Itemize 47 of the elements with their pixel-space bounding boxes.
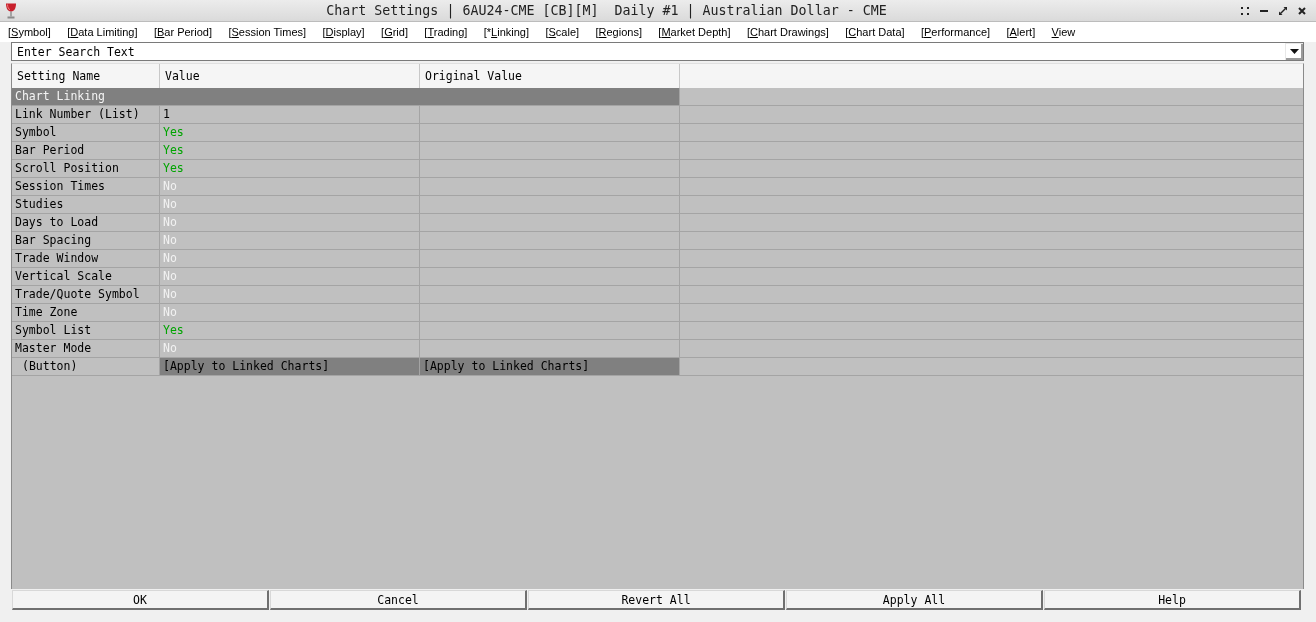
setting-name: Trade Window: [12, 250, 160, 267]
menu-item[interactable]: [Session Times]: [228, 26, 307, 38]
dialog-button[interactable]: Revert All: [528, 590, 785, 610]
menu-item[interactable]: [Market Depth]: [658, 26, 731, 38]
setting-name: Bar Spacing: [12, 232, 160, 249]
setting-name: Scroll Position: [12, 160, 160, 177]
setting-name: Bar Period: [12, 142, 160, 159]
menu-item[interactable]: [*Linking]: [483, 26, 530, 38]
menu-item[interactable]: [Performance]: [920, 26, 991, 38]
value-cell[interactable]: 1: [160, 106, 420, 123]
dialog-button[interactable]: OK: [12, 590, 269, 610]
menu-item[interactable]: [Trading]: [424, 26, 468, 38]
expand-arrows-icon: [1279, 6, 1287, 15]
menu-item[interactable]: [Bar Period]: [153, 26, 213, 38]
table-button[interactable]: [Apply to Linked Charts]: [160, 358, 420, 375]
glass-icon: [5, 2, 17, 19]
setting-name: Master Mode: [12, 340, 160, 357]
dialog-button[interactable]: Cancel: [270, 590, 527, 610]
setting-name: Vertical Scale: [12, 268, 160, 285]
close-button[interactable]: [1298, 6, 1306, 15]
setting-name: Studies: [12, 196, 160, 213]
setting-name: Days to Load: [12, 214, 160, 231]
setting-name: Symbol: [12, 124, 160, 141]
menu-item[interactable]: [Regions]: [595, 26, 642, 38]
menu-item[interactable]: View: [1051, 26, 1076, 38]
setting-name: Time Zone: [12, 304, 160, 321]
menu-item[interactable]: [Display]: [322, 26, 365, 38]
menu-item[interactable]: [Grid]: [381, 26, 408, 38]
group-header: Chart Linking: [12, 88, 680, 105]
menu-item[interactable]: [Data Limiting]: [67, 26, 138, 38]
grip-button[interactable]: [1241, 6, 1249, 15]
setting-name: Link Number (List): [12, 106, 160, 123]
setting-name: Trade/Quote Symbol: [12, 286, 160, 303]
menu-item[interactable]: [Alert]: [1006, 26, 1036, 38]
window-title: Chart Settings | 6AU24-CME [CB][M] Daily #1 | Australian Dollar - CME: [325, 3, 888, 18]
dialog-button[interactable]: Apply All: [786, 590, 1043, 610]
close-icon: [1298, 6, 1306, 15]
table-button[interactable]: [Apply to Linked Charts]: [420, 358, 680, 375]
grip-dots-icon: [1241, 6, 1249, 15]
setting-name: Symbol List: [12, 322, 160, 339]
dialog-button[interactable]: Help: [1044, 590, 1301, 610]
menu-item[interactable]: [Symbol]: [8, 26, 51, 38]
menu-item[interactable]: [Chart Drawings]: [746, 26, 829, 38]
menu-item[interactable]: [Chart Data]: [845, 26, 905, 38]
menu-item[interactable]: [Scale]: [545, 26, 580, 38]
setting-name: Session Times: [12, 178, 160, 195]
restore-button[interactable]: [1279, 6, 1287, 15]
